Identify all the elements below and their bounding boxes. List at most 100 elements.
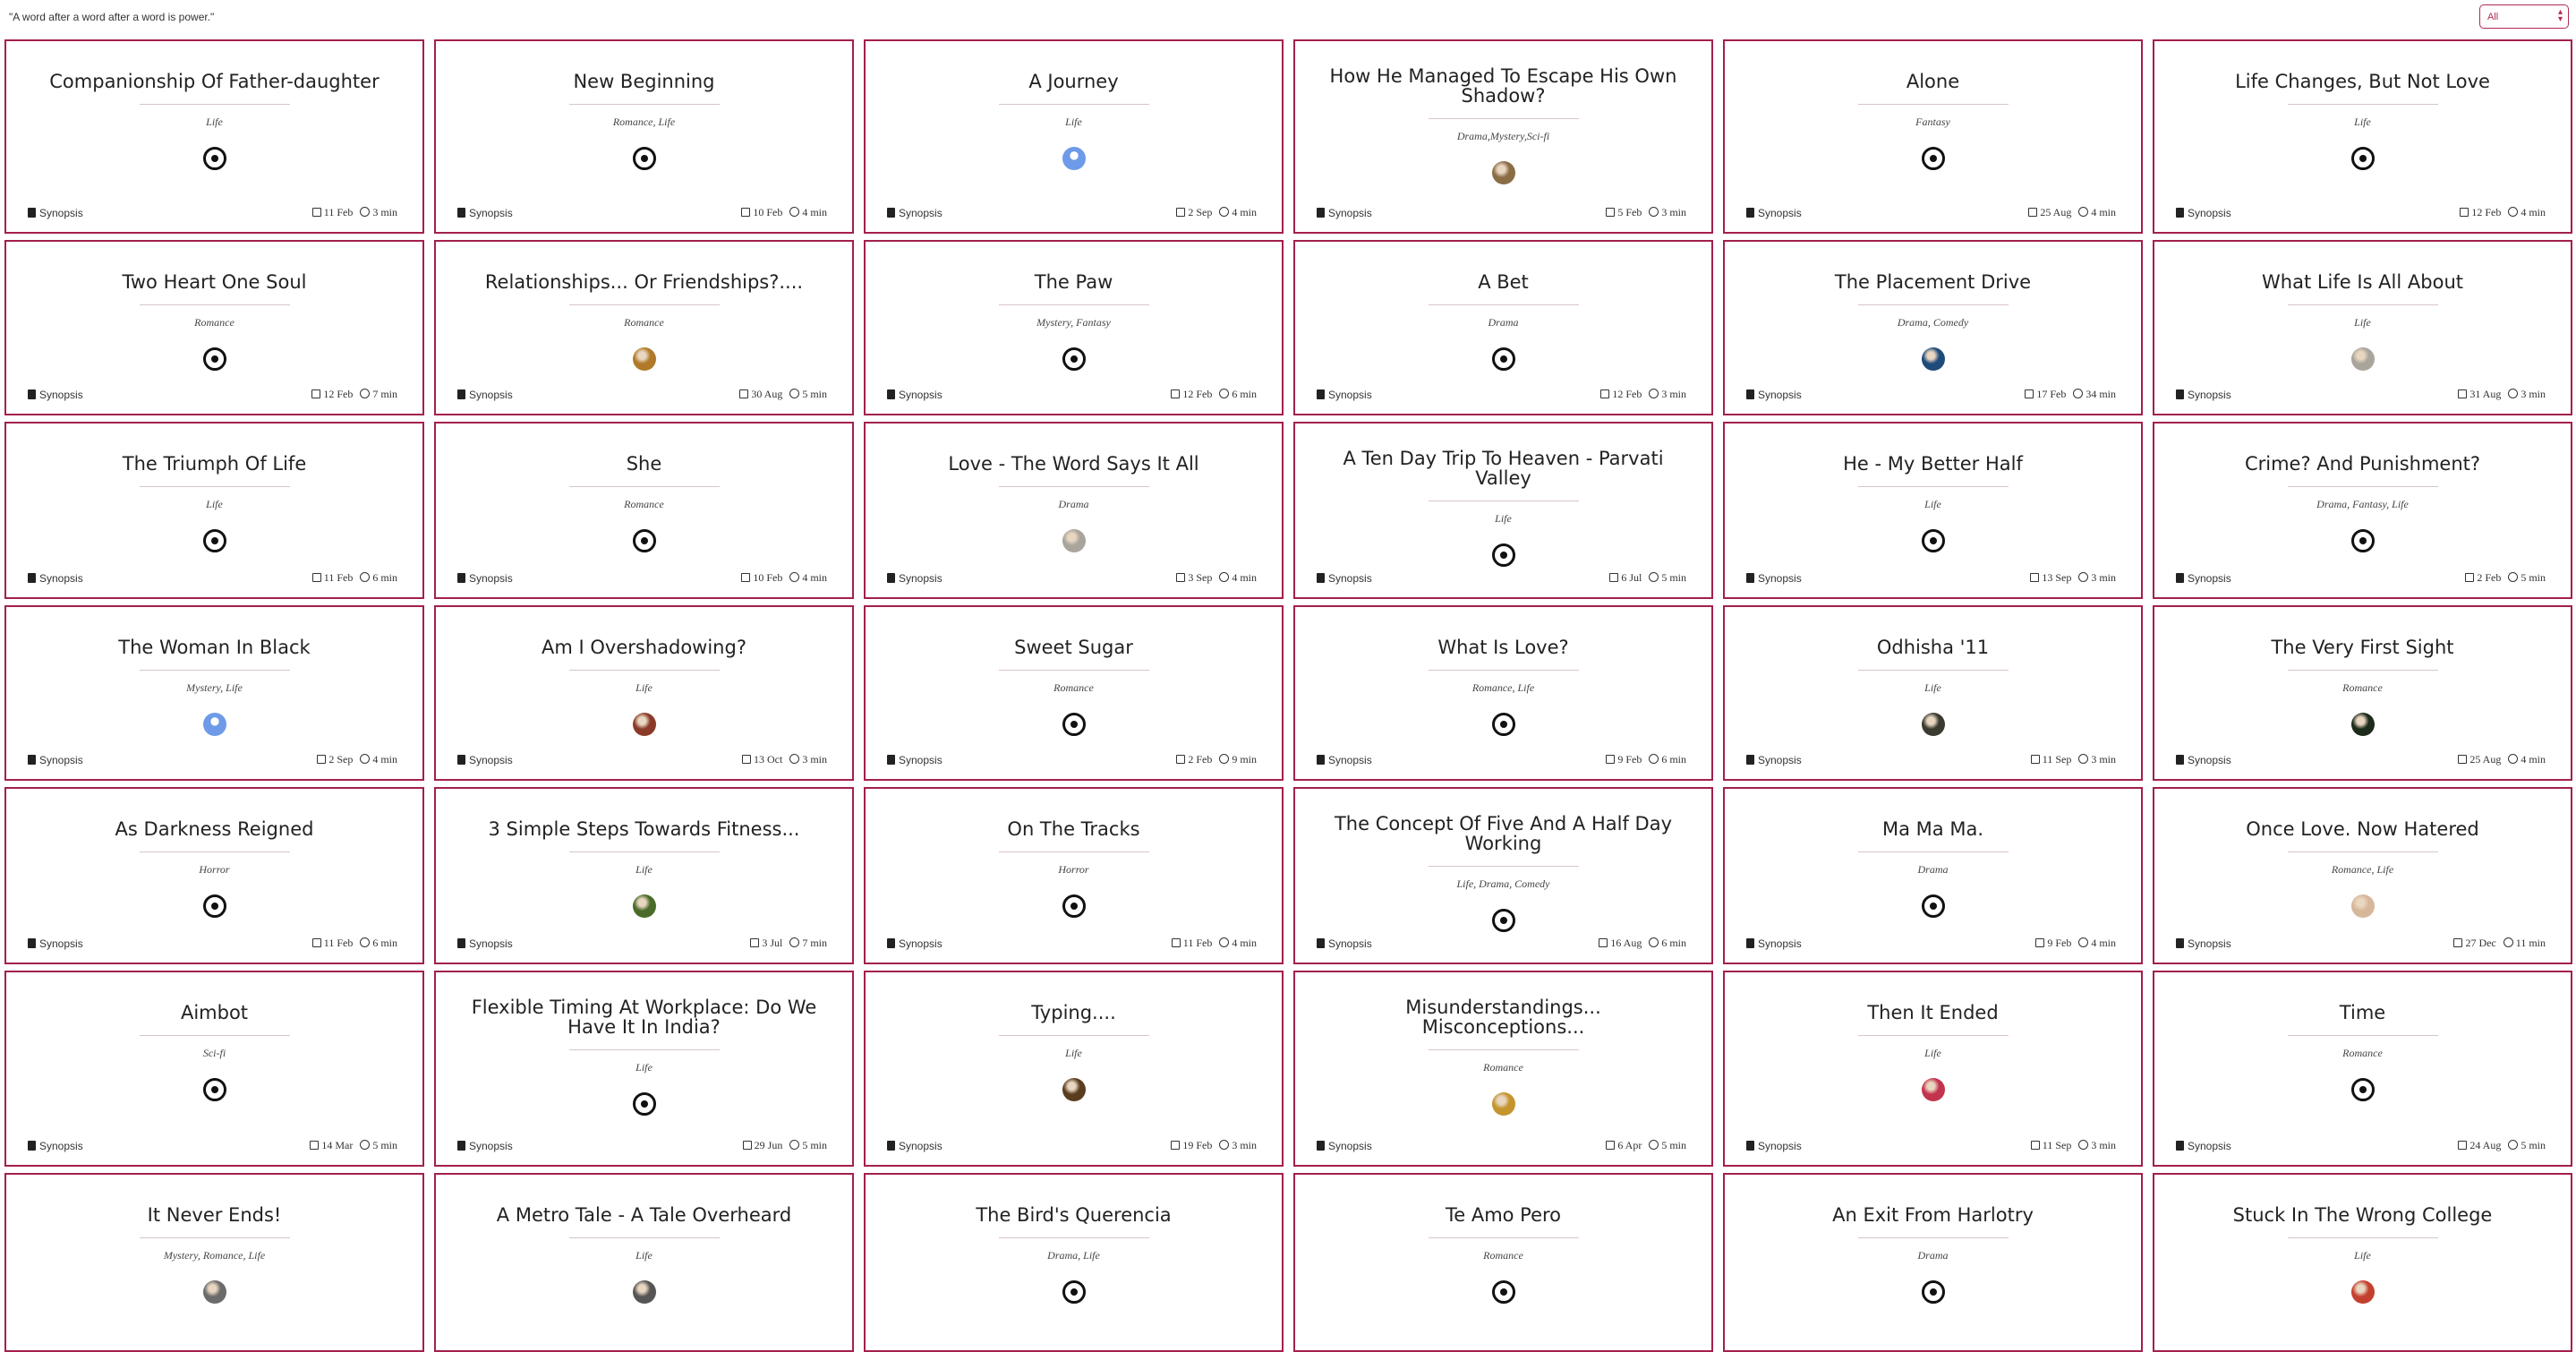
story-card[interactable]: Misunderstandings... Misconceptions... Ro… xyxy=(1293,971,1713,1167)
author-avatar[interactable] xyxy=(2350,1280,2375,1304)
author-avatar[interactable] xyxy=(1491,909,1515,932)
author-avatar[interactable] xyxy=(1491,713,1515,736)
synopsis-link[interactable]: Synopsis xyxy=(457,754,513,766)
synopsis-link[interactable]: Synopsis xyxy=(1317,1140,1372,1152)
story-title[interactable]: How He Managed To Escape His Own Shadow? xyxy=(1325,41,1683,106)
author-avatar[interactable] xyxy=(202,347,226,371)
author-avatar[interactable] xyxy=(2350,147,2375,170)
synopsis-link[interactable]: Synopsis xyxy=(1746,207,1802,219)
synopsis-link[interactable]: Synopsis xyxy=(887,754,943,766)
story-card[interactable]: She Romance Synopsis 10 Feb 4 min xyxy=(434,422,854,599)
synopsis-link[interactable]: Synopsis xyxy=(2176,754,2231,766)
story-title[interactable]: Flexible Timing At Workplace: Do We Have… xyxy=(465,972,823,1037)
story-card[interactable]: Love - The Word Says It All Drama Synopsis… xyxy=(864,422,1284,599)
story-title[interactable]: As Darkness Reigned xyxy=(36,789,394,839)
story-title[interactable]: Life Changes, But Not Love xyxy=(2184,41,2542,91)
story-title[interactable]: Stuck In The Wrong College xyxy=(2184,1175,2542,1225)
author-avatar[interactable] xyxy=(632,713,656,736)
author-avatar[interactable] xyxy=(632,347,656,371)
author-avatar[interactable] xyxy=(1921,1078,1945,1101)
author-avatar[interactable] xyxy=(2350,713,2375,736)
author-avatar[interactable] xyxy=(632,529,656,552)
author-avatar[interactable] xyxy=(1062,1280,1086,1304)
synopsis-link[interactable]: Synopsis xyxy=(457,572,513,585)
author-avatar[interactable] xyxy=(1062,529,1086,552)
story-title[interactable]: Two Heart One Soul xyxy=(36,242,394,292)
synopsis-link[interactable]: Synopsis xyxy=(2176,937,2231,950)
synopsis-link[interactable]: Synopsis xyxy=(1317,389,1372,401)
story-title[interactable]: What Is Love? xyxy=(1325,607,1683,657)
story-title[interactable]: The Paw xyxy=(895,242,1253,292)
story-title[interactable]: Odhisha '11 xyxy=(1754,607,2112,657)
author-avatar[interactable] xyxy=(202,1078,226,1101)
genre-filter-select[interactable]: All ▴ ▾ xyxy=(2479,4,2569,29)
synopsis-link[interactable]: Synopsis xyxy=(28,754,83,766)
story-card[interactable]: He - My Better Half Life Synopsis 13 Sep 3 m… xyxy=(1723,422,2143,599)
synopsis-link[interactable]: Synopsis xyxy=(28,207,83,219)
story-title[interactable]: 3 Simple Steps Towards Fitness... xyxy=(465,789,823,839)
story-card[interactable]: Time Romance Synopsis 24 Aug 5 min xyxy=(2153,971,2572,1167)
story-title[interactable]: A Metro Tale - A Tale Overheard xyxy=(465,1175,823,1225)
author-avatar[interactable] xyxy=(202,529,226,552)
author-avatar[interactable] xyxy=(1491,1280,1515,1304)
story-title[interactable]: Companionship Of Father-daughter xyxy=(36,41,394,91)
story-card[interactable]: Crime? And Punishment? Drama, Fantasy, Li… xyxy=(2153,422,2572,599)
synopsis-link[interactable]: Synopsis xyxy=(457,207,513,219)
story-card[interactable]: As Darkness Reigned Horror Synopsis 11 Feb 6… xyxy=(4,787,424,964)
story-title[interactable]: A Journey xyxy=(895,41,1253,91)
story-title[interactable]: The Woman In Black xyxy=(36,607,394,657)
story-title[interactable]: Te Amo Pero xyxy=(1325,1175,1683,1225)
story-card[interactable]: Sweet Sugar Romance Synopsis 2 Feb 9 min xyxy=(864,605,1284,781)
synopsis-link[interactable]: Synopsis xyxy=(28,1140,83,1152)
story-card[interactable]: It Never Ends! Mystery, Romance, Life xyxy=(4,1173,424,1352)
story-title[interactable]: Typing.... xyxy=(895,972,1253,1023)
story-title[interactable]: Crime? And Punishment? xyxy=(2184,424,2542,474)
story-card[interactable]: What Is Love? Romance, Life Synopsis 9 Feb 6… xyxy=(1293,605,1713,781)
author-avatar[interactable] xyxy=(2350,894,2375,918)
synopsis-link[interactable]: Synopsis xyxy=(887,389,943,401)
synopsis-link[interactable]: Synopsis xyxy=(1317,754,1372,766)
author-avatar[interactable] xyxy=(1921,347,1945,371)
synopsis-link[interactable]: Synopsis xyxy=(1746,1140,1802,1152)
story-title[interactable]: Am I Overshadowing? xyxy=(465,607,823,657)
story-title[interactable]: The Concept Of Five And A Half Day Worki… xyxy=(1325,789,1683,853)
synopsis-link[interactable]: Synopsis xyxy=(887,572,943,585)
author-avatar[interactable] xyxy=(202,1280,226,1304)
author-avatar[interactable] xyxy=(632,894,656,918)
story-card[interactable]: The Placement Drive Drama, Comedy Synopsis… xyxy=(1723,240,2143,415)
story-title[interactable]: Misunderstandings... Misconceptions... xyxy=(1325,972,1683,1037)
synopsis-link[interactable]: Synopsis xyxy=(1317,937,1372,950)
story-card[interactable]: A Journey Life Synopsis 2 Sep 4 min xyxy=(864,39,1284,234)
synopsis-link[interactable]: Synopsis xyxy=(2176,572,2231,585)
synopsis-link[interactable]: Synopsis xyxy=(1317,207,1372,219)
story-title[interactable]: Once Love. Now Hatered xyxy=(2184,789,2542,839)
story-title[interactable]: What Life Is All About xyxy=(2184,242,2542,292)
author-avatar[interactable] xyxy=(1491,347,1515,371)
story-title[interactable]: An Exit From Harlotry xyxy=(1754,1175,2112,1225)
author-avatar[interactable] xyxy=(1921,1280,1945,1304)
story-card[interactable]: Flexible Timing At Workplace: Do We Have… xyxy=(434,971,854,1167)
synopsis-link[interactable]: Synopsis xyxy=(2176,1140,2231,1152)
story-title[interactable]: Alone xyxy=(1754,41,2112,91)
story-card[interactable]: The Triumph Of Life Life Synopsis 11 Feb 6 m… xyxy=(4,422,424,599)
synopsis-link[interactable]: Synopsis xyxy=(28,572,83,585)
author-avatar[interactable] xyxy=(1062,347,1086,371)
author-avatar[interactable] xyxy=(1062,713,1086,736)
story-title[interactable]: Ma Ma Ma. xyxy=(1754,789,2112,839)
story-card[interactable]: New Beginning Romance, Life Synopsis 10 Feb… xyxy=(434,39,854,234)
story-card[interactable]: Life Changes, But Not Love Life Synopsis 12… xyxy=(2153,39,2572,234)
story-card[interactable]: Aimbot Sci-fi Synopsis 14 Mar 5 min xyxy=(4,971,424,1167)
author-avatar[interactable] xyxy=(1491,161,1515,184)
synopsis-link[interactable]: Synopsis xyxy=(887,937,943,950)
story-card[interactable]: Am I Overshadowing? Life Synopsis 13 Oct 3 m… xyxy=(434,605,854,781)
story-card[interactable]: The Paw Mystery, Fantasy Synopsis 12 Feb 6 m… xyxy=(864,240,1284,415)
synopsis-link[interactable]: Synopsis xyxy=(457,389,513,401)
synopsis-link[interactable]: Synopsis xyxy=(1317,572,1372,585)
story-card[interactable]: The Bird's Querencia Drama, Life xyxy=(864,1173,1284,1352)
story-card[interactable]: Companionship Of Father-daughter Life Syno… xyxy=(4,39,424,234)
synopsis-link[interactable]: Synopsis xyxy=(1746,572,1802,585)
story-title[interactable]: A Bet xyxy=(1325,242,1683,292)
story-card[interactable]: Stuck In The Wrong College Life xyxy=(2153,1173,2572,1352)
story-title[interactable]: Aimbot xyxy=(36,972,394,1023)
author-avatar[interactable] xyxy=(1921,894,1945,918)
